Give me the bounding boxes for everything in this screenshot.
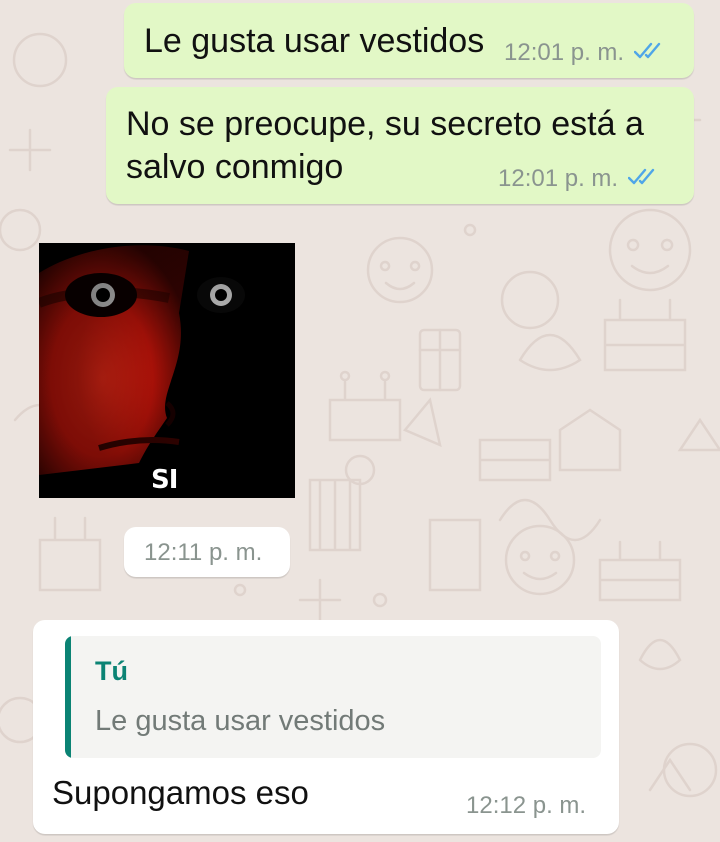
- message-time: 12:11 p. m.: [144, 539, 263, 566]
- outgoing-message-2[interactable]: No se preocupe, su secreto está a salvo …: [106, 87, 694, 204]
- message-time: 12:01 p. m.: [504, 39, 625, 66]
- message-time: 12:12 p. m.: [466, 792, 587, 819]
- message-text: Le gusta usar vestidos: [144, 22, 485, 60]
- message-text: Supongamos eso: [52, 774, 309, 811]
- sticker-caption: SI: [151, 465, 178, 495]
- sticker-image[interactable]: [39, 243, 295, 498]
- message-meta: 12:01 p. m.: [498, 165, 658, 193]
- quoted-message[interactable]: Tú Le gusta usar vestidos: [65, 636, 601, 758]
- double-check-icon: [627, 165, 658, 193]
- message-time: 12:01 p. m.: [498, 165, 619, 192]
- double-check-icon: [633, 39, 664, 67]
- sticker-time-bubble: 12:11 p. m.: [124, 527, 290, 577]
- quote-accent-bar: [65, 636, 71, 758]
- quote-author: Tú: [95, 656, 128, 686]
- message-meta: 12:01 p. m.: [504, 39, 664, 67]
- incoming-reply-message[interactable]: Tú Le gusta usar vestidos Supongamos eso…: [33, 620, 619, 834]
- quote-text: Le gusta usar vestidos: [95, 705, 386, 737]
- outgoing-message-1[interactable]: Le gusta usar vestidos 12:01 p. m.: [124, 3, 694, 78]
